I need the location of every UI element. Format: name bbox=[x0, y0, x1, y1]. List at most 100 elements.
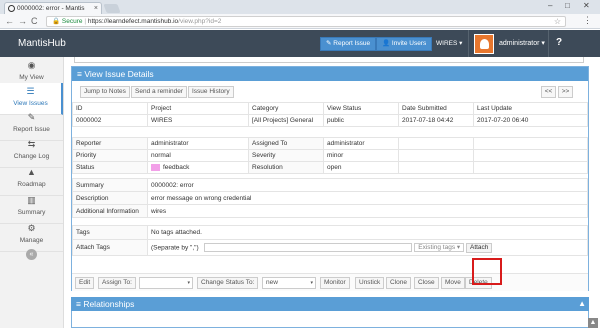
priority-value: normal bbox=[147, 149, 249, 162]
tag-input[interactable] bbox=[204, 243, 413, 252]
project-selector[interactable]: WIRES ▾ bbox=[436, 39, 462, 47]
relationships-title: ≡ Relationships bbox=[76, 299, 135, 309]
issue-id[interactable]: 0000002 bbox=[72, 114, 148, 127]
table-row: Status feedback Resolution open bbox=[72, 161, 588, 174]
chevron-down-icon: ▾ bbox=[310, 280, 313, 286]
browser-tab[interactable]: 0000002: error - Mantis × bbox=[4, 2, 102, 14]
report-issue-button[interactable]: ✎ Report Issue bbox=[320, 37, 377, 51]
assigned-label: Assigned To bbox=[248, 137, 324, 150]
severity-value: minor bbox=[323, 149, 399, 162]
attach-hint: (Separate by ",") bbox=[151, 244, 199, 252]
panel-title: ≡ View Issue Details bbox=[72, 67, 588, 81]
resolution-label: Resolution bbox=[248, 161, 324, 174]
url-input[interactable]: 🔒 Secure | https://learndefect.mantishub… bbox=[46, 16, 566, 27]
nav-divider bbox=[468, 30, 469, 57]
bookmark-star-icon[interactable]: ☆ bbox=[554, 17, 561, 27]
assign-to-select[interactable]: ▾ bbox=[139, 277, 193, 289]
reporter-value[interactable]: administrator bbox=[147, 137, 249, 150]
scroll-to-top-icon[interactable]: ▲ bbox=[588, 318, 598, 328]
issue-people-table: Reporter administrator Assigned To admin… bbox=[72, 137, 588, 174]
attach-button[interactable]: Attach bbox=[465, 242, 493, 253]
col-view-status: View Status bbox=[323, 102, 399, 115]
assign-to-button[interactable]: Assign To: bbox=[98, 277, 136, 289]
avatar[interactable] bbox=[474, 34, 494, 54]
jump-to-notes-button[interactable]: Jump to Notes bbox=[80, 86, 130, 98]
summary-value: 0000002: error bbox=[147, 178, 588, 192]
edit-button[interactable]: Edit bbox=[75, 277, 95, 289]
sidebar: ◉ My View ☰ View Issues ✎ Report Issue ⇆… bbox=[0, 57, 64, 328]
additional-info-value: wires bbox=[147, 204, 588, 218]
issue-history-button[interactable]: Issue History bbox=[188, 86, 234, 98]
chevron-down-icon: ▾ bbox=[187, 280, 190, 286]
main-content: ≡ View Issue Details Jump to Notes Send … bbox=[64, 57, 600, 328]
table-row: Summary 0000002: error bbox=[72, 178, 588, 192]
reporter-label: Reporter bbox=[72, 137, 148, 150]
collapse-up-icon[interactable]: ▲ bbox=[578, 297, 586, 311]
view-issue-panel: ≡ View Issue Details Jump to Notes Send … bbox=[71, 66, 589, 291]
additional-info-label: Additional Information bbox=[72, 204, 148, 218]
issue-project: WIRES bbox=[147, 114, 249, 127]
table-row: Priority normal Severity minor bbox=[72, 149, 588, 162]
table-row: Tags No tags attached. bbox=[72, 225, 588, 240]
severity-label: Severity bbox=[248, 149, 324, 162]
tags-table: Tags No tags attached. Attach Tags (Sepa… bbox=[72, 225, 588, 256]
edit-icon: ✎ bbox=[27, 112, 36, 122]
summary-label: Summary bbox=[72, 178, 148, 192]
user-silhouette-icon bbox=[480, 39, 489, 49]
table-row: Additional Information wires bbox=[72, 204, 588, 218]
change-status-button[interactable]: Change Status To: bbox=[197, 277, 259, 289]
maximize-button[interactable]: □ bbox=[565, 1, 570, 10]
issue-header-table: ID Project Category View Status Date Sub… bbox=[72, 102, 588, 127]
priority-label: Priority bbox=[72, 149, 148, 162]
forward-icon[interactable]: → bbox=[18, 16, 27, 26]
help-button[interactable]: ? bbox=[556, 37, 562, 48]
table-row: Description error message on wrong crede… bbox=[72, 191, 588, 205]
url-host: https://learndefect.mantishub.io bbox=[87, 18, 179, 25]
relationships-body bbox=[71, 311, 589, 328]
status-select[interactable]: new ▾ bbox=[262, 277, 316, 289]
move-button[interactable]: Move bbox=[441, 277, 465, 289]
invite-users-button[interactable]: 👤 Invite Users bbox=[376, 37, 433, 51]
issue-details-table: Summary 0000002: error Description error… bbox=[72, 178, 588, 218]
sidebar-item-manage[interactable]: ⚙ Manage bbox=[0, 220, 63, 252]
unstick-button[interactable]: Unstick bbox=[355, 277, 385, 289]
dashboard-icon: ◉ bbox=[27, 60, 36, 70]
send-reminder-button[interactable]: Send a reminder bbox=[131, 86, 188, 98]
top-navbar: MantisHub ✎ Report Issue 👤 Invite Users … bbox=[0, 30, 600, 57]
tags-label: Tags bbox=[72, 225, 148, 240]
user-menu[interactable]: administrator ▾ bbox=[499, 39, 545, 47]
road-icon: ▲ bbox=[27, 167, 36, 177]
relationships-panel-header[interactable]: ≡ Relationships ▲ bbox=[71, 297, 589, 311]
monitor-button[interactable]: Monitor bbox=[320, 277, 350, 289]
next-issue-button[interactable]: >> bbox=[558, 86, 573, 98]
prev-issue-button[interactable]: << bbox=[541, 86, 556, 98]
assigned-value[interactable]: administrator bbox=[323, 137, 399, 150]
back-icon[interactable]: ← bbox=[5, 16, 14, 26]
browser-tabbar: 0000002: error - Mantis × – □ ✕ bbox=[0, 0, 600, 14]
table-row: Reporter administrator Assigned To admin… bbox=[72, 137, 588, 150]
close-button-highlight-box bbox=[472, 258, 502, 285]
resolution-value: open bbox=[323, 161, 399, 174]
status-color-swatch bbox=[151, 163, 160, 171]
col-category: Category bbox=[248, 102, 324, 115]
collapse-sidebar-icon[interactable]: « bbox=[26, 249, 37, 260]
secure-label: 🔒 Secure bbox=[52, 18, 83, 25]
close-issue-button[interactable]: Close bbox=[414, 277, 439, 289]
tab-close-icon[interactable]: × bbox=[94, 3, 98, 14]
status-value-cell: feedback bbox=[147, 161, 249, 174]
status-label: Status bbox=[72, 161, 148, 174]
address-bar-row: ← → C 🔒 Secure | https://learndefect.man… bbox=[0, 14, 600, 29]
existing-tags-select[interactable]: Existing tags ▾ bbox=[414, 243, 465, 252]
description-value: error message on wrong credential bbox=[147, 191, 588, 205]
minimize-button[interactable]: – bbox=[548, 1, 552, 10]
close-window-button[interactable]: ✕ bbox=[583, 1, 590, 10]
clone-button[interactable]: Clone bbox=[386, 277, 411, 289]
favicon-icon bbox=[8, 5, 15, 12]
url-path: /view.php?id=2 bbox=[178, 18, 222, 25]
col-date-submitted: Date Submitted bbox=[398, 102, 474, 115]
browser-menu-icon[interactable]: ⋮ bbox=[583, 15, 592, 26]
new-tab-button[interactable] bbox=[103, 4, 121, 13]
reload-icon[interactable]: C bbox=[31, 16, 38, 26]
brand-logo[interactable]: MantisHub bbox=[18, 38, 66, 49]
issue-date-submitted: 2017-07-18 04:42 bbox=[398, 114, 474, 127]
